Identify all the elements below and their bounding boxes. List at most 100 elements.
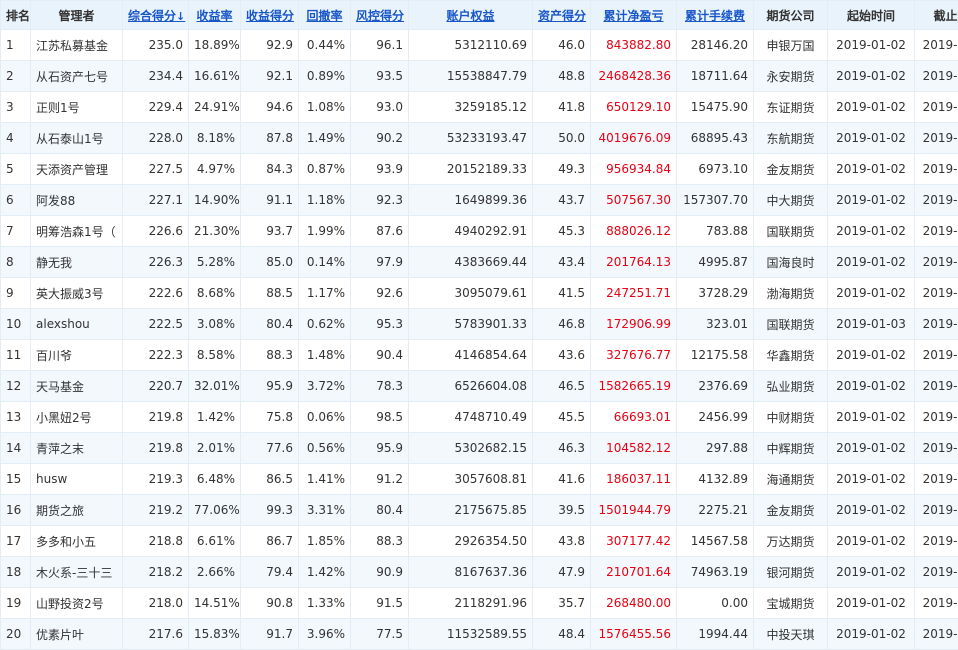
manager-name-cell[interactable]: 英大振威3号 <box>31 278 123 309</box>
account-equity-cell: 4748710.49 <box>409 402 533 433</box>
manager-name-cell[interactable]: 明筹浩森1号（ <box>31 216 123 247</box>
risk-score-header[interactable]: 风控得分 <box>351 1 409 30</box>
asset-score-cell: 41.8 <box>533 92 591 123</box>
drawdown-rate-cell: 1.99% <box>299 216 351 247</box>
return-score-header[interactable]: 收益得分 <box>241 1 299 30</box>
start-time-cell: 2019-01-02 <box>828 185 915 216</box>
cum-net-pnl-cell: 4019676.09 <box>591 123 677 154</box>
end-time-cell: 2019-01-18 <box>915 464 958 495</box>
cum-fee-cell: 18711.64 <box>677 61 754 92</box>
manager-name-cell[interactable]: 优素片叶 <box>31 619 123 650</box>
end-time-cell: 2019-01-18 <box>915 278 958 309</box>
broker-cell: 中投天琪 <box>754 619 828 650</box>
table-row: 8静无我226.35.28%85.00.14%97.94383669.4443.… <box>1 247 958 278</box>
manager-name-cell[interactable]: 木火系-三十三 <box>31 557 123 588</box>
composite-score-cell: 218.8 <box>123 526 189 557</box>
return-rate-cell: 18.89% <box>189 30 241 61</box>
cum-net-pnl-cell: 650129.10 <box>591 92 677 123</box>
manager-name-cell[interactable]: 江苏私募基金 <box>31 30 123 61</box>
asset-score-cell: 48.8 <box>533 61 591 92</box>
rank-header: 排名 <box>1 1 31 30</box>
account-equity-cell: 4146854.64 <box>409 340 533 371</box>
drawdown-rate-cell: 0.14% <box>299 247 351 278</box>
composite-score-cell: 229.4 <box>123 92 189 123</box>
composite-score-cell: 227.5 <box>123 154 189 185</box>
end-time-cell: 2019-01-18 <box>915 123 958 154</box>
manager-name-cell[interactable]: 山野投资2号 <box>31 588 123 619</box>
return-rate-header[interactable]: 收益率 <box>189 1 241 30</box>
return-rate-cell: 24.91% <box>189 92 241 123</box>
start-time-header: 起始时间 <box>828 1 915 30</box>
manager-name-cell[interactable]: husw <box>31 464 123 495</box>
return-score-cell: 79.4 <box>241 557 299 588</box>
end-time-cell: 2019-01-18 <box>915 309 958 340</box>
rank-cell: 4 <box>1 123 31 154</box>
return-score-cell: 77.6 <box>241 433 299 464</box>
manager-name-cell[interactable]: 天马基金 <box>31 371 123 402</box>
composite-score-cell: 235.0 <box>123 30 189 61</box>
start-time-cell: 2019-01-02 <box>828 340 915 371</box>
risk-score-cell: 78.3 <box>351 371 409 402</box>
cum-fee-cell: 2376.69 <box>677 371 754 402</box>
risk-score-cell: 87.6 <box>351 216 409 247</box>
drawdown-rate-cell: 1.85% <box>299 526 351 557</box>
end-time-cell: 2019-01-18 <box>915 185 958 216</box>
return-rate-cell: 5.28% <box>189 247 241 278</box>
cum-net-pnl-cell: 327676.77 <box>591 340 677 371</box>
return-score-cell: 94.6 <box>241 92 299 123</box>
manager-name-cell[interactable]: 百川爷 <box>31 340 123 371</box>
start-time-cell: 2019-01-02 <box>828 123 915 154</box>
drawdown-rate-cell: 1.49% <box>299 123 351 154</box>
risk-score-cell: 95.9 <box>351 433 409 464</box>
manager-name-cell[interactable]: 从石泰山1号 <box>31 123 123 154</box>
cum-net-pnl-cell: 956934.84 <box>591 154 677 185</box>
composite-score-cell: 218.0 <box>123 588 189 619</box>
asset-score-cell: 45.5 <box>533 402 591 433</box>
return-score-cell: 85.0 <box>241 247 299 278</box>
start-time-cell: 2019-01-02 <box>828 619 915 650</box>
return-rate-cell: 77.06% <box>189 495 241 526</box>
manager-name-cell[interactable]: 正则1号 <box>31 92 123 123</box>
account-equity-cell: 15538847.79 <box>409 61 533 92</box>
cum-fee-header[interactable]: 累计手续费 <box>677 1 754 30</box>
start-time-cell: 2019-01-02 <box>828 154 915 185</box>
manager-name-cell[interactable]: 多多和小五 <box>31 526 123 557</box>
cum-net-pnl-header[interactable]: 累计净盈亏 <box>591 1 677 30</box>
table-row: 6阿发88227.114.90%91.11.18%92.31649899.364… <box>1 185 958 216</box>
account-equity-cell: 2118291.96 <box>409 588 533 619</box>
manager-name-cell[interactable]: 静无我 <box>31 247 123 278</box>
risk-score-cell: 91.2 <box>351 464 409 495</box>
drawdown-rate-cell: 1.18% <box>299 185 351 216</box>
start-time-cell: 2019-01-02 <box>828 495 915 526</box>
rank-cell: 9 <box>1 278 31 309</box>
composite-score-cell: 222.3 <box>123 340 189 371</box>
cum-fee-cell: 323.01 <box>677 309 754 340</box>
return-rate-cell: 1.42% <box>189 402 241 433</box>
manager-name-cell[interactable]: 青萍之末 <box>31 433 123 464</box>
composite-score-header[interactable]: 综合得分↓ <box>123 1 189 30</box>
drawdown-rate-cell: 3.72% <box>299 371 351 402</box>
cum-fee-cell: 783.88 <box>677 216 754 247</box>
asset-score-cell: 46.3 <box>533 433 591 464</box>
return-rate-cell: 15.83% <box>189 619 241 650</box>
return-rate-cell: 21.30% <box>189 216 241 247</box>
cum-fee-cell: 4995.87 <box>677 247 754 278</box>
manager-name-cell[interactable]: 小黑妞2号 <box>31 402 123 433</box>
asset-score-cell: 41.6 <box>533 464 591 495</box>
composite-score-cell: 219.2 <box>123 495 189 526</box>
cum-fee-cell: 6973.10 <box>677 154 754 185</box>
manager-name-cell[interactable]: 期货之旅 <box>31 495 123 526</box>
manager-name-cell[interactable]: alexshou <box>31 309 123 340</box>
broker-cell: 金友期货 <box>754 495 828 526</box>
account-equity-cell: 53233193.47 <box>409 123 533 154</box>
account-equity-header[interactable]: 账户权益 <box>409 1 533 30</box>
end-time-cell: 2019-01-18 <box>915 433 958 464</box>
drawdown-rate-header[interactable]: 回撤率 <box>299 1 351 30</box>
manager-name-cell[interactable]: 从石资产七号 <box>31 61 123 92</box>
asset-score-header[interactable]: 资产得分 <box>533 1 591 30</box>
manager-name-cell[interactable]: 阿发88 <box>31 185 123 216</box>
table-row: 5天添资产管理227.54.97%84.30.87%93.920152189.3… <box>1 154 958 185</box>
broker-cell: 东航期货 <box>754 123 828 154</box>
drawdown-rate-cell: 1.17% <box>299 278 351 309</box>
manager-name-cell[interactable]: 天添资产管理 <box>31 154 123 185</box>
